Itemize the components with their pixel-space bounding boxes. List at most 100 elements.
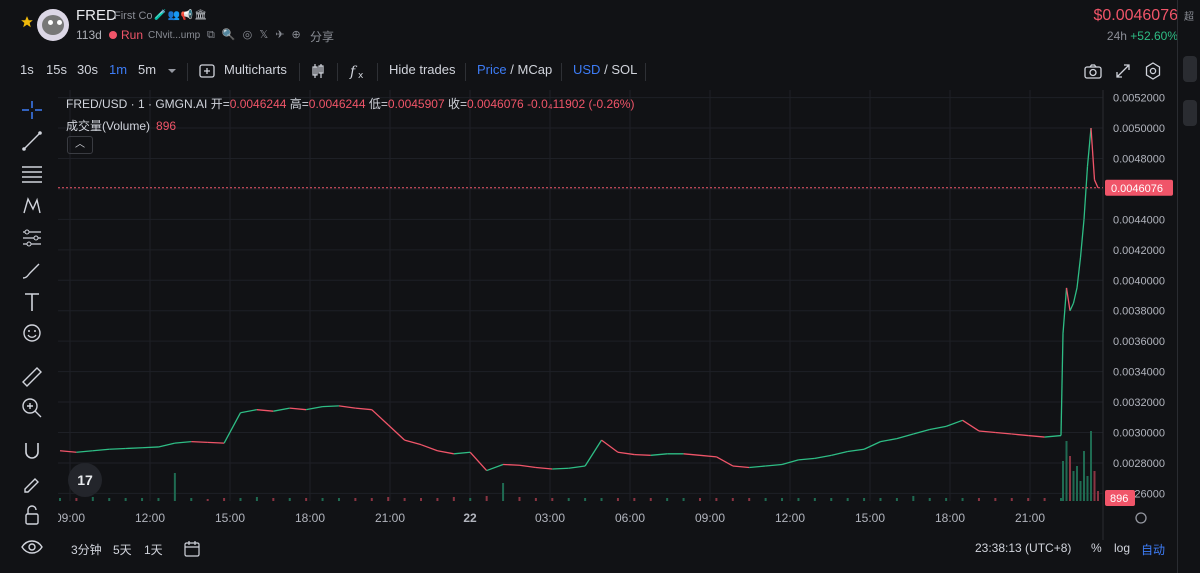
- price-segment: [404, 439, 422, 446]
- percent-scale-toggle[interactable]: %: [1091, 541, 1102, 555]
- range-5d[interactable]: 5天: [113, 541, 132, 558]
- volume-bar: [584, 498, 587, 501]
- magnet-icon[interactable]: [19, 439, 45, 463]
- price-segment: [798, 457, 815, 461]
- price-segment: [880, 437, 898, 443]
- volume-bar: [961, 498, 964, 501]
- multicharts-button[interactable]: Multicharts: [224, 62, 287, 77]
- lock-drawing-icon[interactable]: [19, 471, 45, 495]
- volume-bar: [666, 498, 669, 501]
- trend-line-icon[interactable]: [19, 129, 45, 153]
- lock-icon[interactable]: [19, 503, 45, 527]
- volume-bar: [1083, 451, 1085, 501]
- interval-1m[interactable]: 1m: [109, 62, 127, 77]
- volume-bar: [59, 498, 61, 501]
- fullscreen-icon[interactable]: [1113, 61, 1133, 81]
- volume-bar: [1076, 466, 1078, 501]
- interval-30s[interactable]: 30s: [77, 62, 98, 77]
- price-segment: [929, 425, 947, 431]
- pattern-icon[interactable]: [19, 194, 45, 218]
- volume-bar: [600, 498, 603, 501]
- y-tick-label: 0.0042000: [1113, 245, 1165, 257]
- volume-bar: [420, 498, 423, 501]
- emoji-icon[interactable]: [19, 321, 45, 345]
- volume-bar: [928, 498, 931, 501]
- prediction-icon[interactable]: [19, 226, 45, 250]
- price-segment: [1069, 302, 1075, 311]
- collapse-legend-button[interactable]: ︿: [67, 136, 93, 154]
- contract-address[interactable]: CNvit...ump: [148, 30, 200, 41]
- volume-bar: [321, 498, 324, 501]
- price-segment: [568, 465, 586, 469]
- favorite-star-icon[interactable]: [20, 15, 34, 29]
- ruler-icon[interactable]: [19, 364, 45, 388]
- log-scale-toggle[interactable]: log: [1114, 541, 1130, 555]
- volume-bar: [895, 498, 898, 501]
- camera-icon[interactable]: [1083, 61, 1103, 81]
- x-tick-label: 09:00: [695, 511, 725, 525]
- price-segment: [765, 463, 783, 467]
- x-tick-label: 03:00: [535, 511, 565, 525]
- price-segment: [1086, 127, 1092, 167]
- social-links-icons[interactable]: ⧉ 🔍 ◎ 𝕏 ✈ ⊕: [207, 28, 303, 42]
- volume-badge-label: 896: [1110, 493, 1128, 505]
- usd-sol-toggle[interactable]: USD / SOL: [573, 62, 637, 77]
- volume-bar: [879, 498, 882, 501]
- volume-bar: [239, 498, 242, 501]
- price-segment: [453, 451, 471, 455]
- x-tick-label: 21:00: [375, 511, 405, 525]
- price-segment: [273, 407, 290, 412]
- interval-15s[interactable]: 15s: [46, 62, 67, 77]
- settings-gear-icon[interactable]: [1143, 61, 1163, 81]
- chevron-down-icon[interactable]: [162, 61, 182, 81]
- volume-legend: 成交量(Volume) 896: [66, 119, 177, 133]
- candles-type-icon[interactable]: [308, 61, 328, 81]
- price-chart[interactable]: 0.00520000.00500000.00480000.00460000.00…: [58, 90, 1176, 540]
- interval-1s[interactable]: 1s: [20, 62, 34, 77]
- range-1d[interactable]: 1天: [144, 541, 163, 558]
- price-segment: [716, 456, 734, 467]
- fib-lines-icon[interactable]: [19, 161, 45, 185]
- price-segment: [1044, 434, 1062, 438]
- volume-bar: [1093, 471, 1096, 501]
- side-panel-tab[interactable]: [1183, 56, 1197, 82]
- interval-5m[interactable]: 5m: [138, 62, 156, 77]
- side-panel-tab[interactable]: [1183, 100, 1197, 126]
- price-segment: [699, 454, 717, 458]
- date-range-calendar-icon[interactable]: [183, 540, 201, 558]
- indicators-fx-icon[interactable]: fx: [348, 61, 368, 81]
- price-segment: [503, 463, 520, 466]
- text-tool-icon[interactable]: [19, 290, 45, 314]
- price-segment: [207, 441, 225, 444]
- price-mcap-toggle[interactable]: Price / MCap: [477, 62, 552, 77]
- price-segment: [601, 439, 619, 453]
- auto-scale-toggle[interactable]: 自动: [1141, 541, 1165, 558]
- volume-bar: [485, 496, 488, 501]
- token-avatar: [37, 9, 69, 41]
- share-button[interactable]: 分享: [310, 28, 334, 45]
- add-chart-icon[interactable]: [197, 61, 217, 81]
- zoom-in-icon[interactable]: [19, 396, 45, 420]
- brush-icon[interactable]: [19, 258, 45, 282]
- x-tick-label: 18:00: [295, 511, 325, 525]
- volume-bar: [370, 498, 373, 501]
- hide-trades-button[interactable]: Hide trades: [389, 62, 455, 77]
- volume-bar: [1043, 498, 1046, 501]
- volume-bar: [403, 498, 406, 501]
- volume-bar: [633, 498, 636, 501]
- price-segment: [1072, 287, 1078, 304]
- volume-bar: [1086, 476, 1089, 501]
- price-segment: [1083, 166, 1089, 220]
- ohlc-legend: FRED/USD · 1 · GMGN.AI 开=0.0046244 高=0.0…: [66, 97, 635, 111]
- price-segment: [223, 412, 242, 444]
- x-tick-label: 21:00: [1015, 511, 1045, 525]
- crosshair-icon[interactable]: [19, 98, 45, 122]
- x-tick-label: 09:00: [58, 511, 85, 525]
- price-chart-svg[interactable]: 0.00520000.00500000.00480000.00460000.00…: [58, 90, 1176, 540]
- volume-value: 896: [156, 119, 177, 133]
- price-segment: [584, 439, 603, 467]
- price-segment: [863, 441, 881, 450]
- legend-low: 0.0045907: [387, 97, 445, 111]
- range-3min[interactable]: 3分钟: [71, 541, 102, 558]
- volume-bar: [846, 498, 849, 501]
